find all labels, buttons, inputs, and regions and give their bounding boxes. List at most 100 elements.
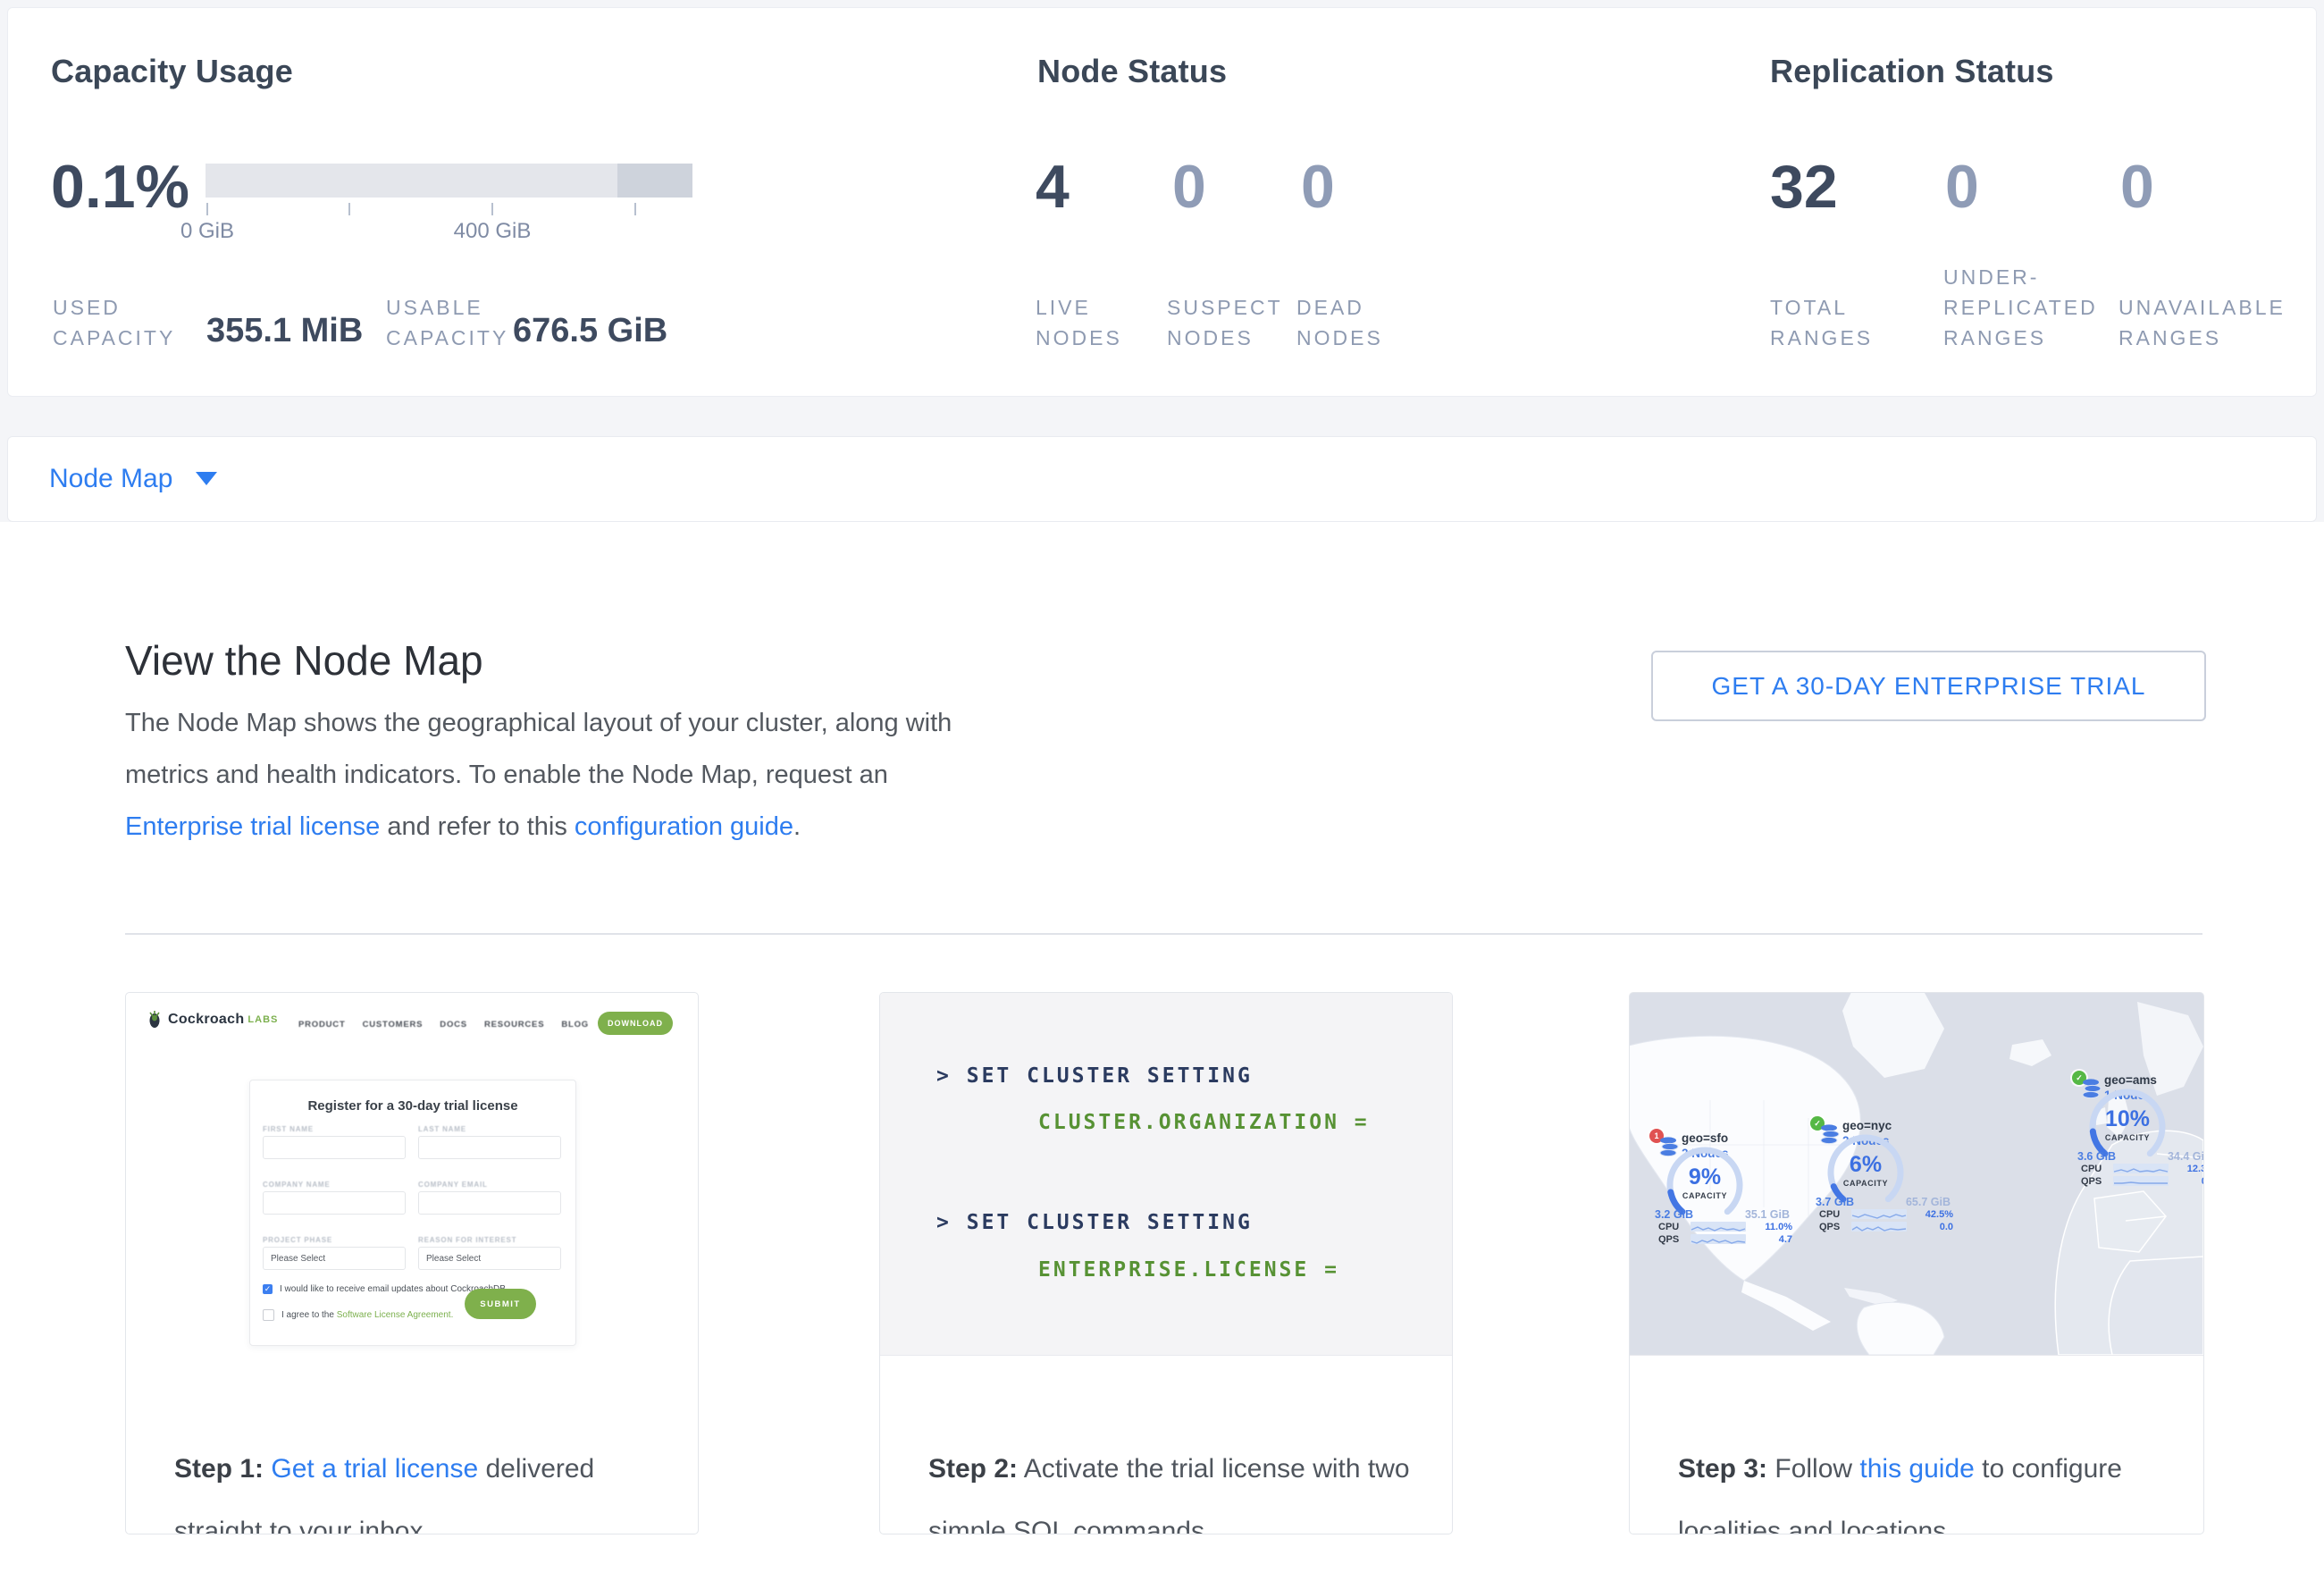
code-line-2: CLUSTER.ORGANIZATION = xyxy=(1038,1111,1370,1134)
qps-sparkline xyxy=(2113,1176,2169,1186)
enterprise-trial-license-link[interactable]: Enterprise trial license xyxy=(125,812,380,841)
license-agree-text: I agree to the Software License Agreemen… xyxy=(281,1310,453,1320)
live-nodes-count: 4 xyxy=(1036,156,1070,217)
get-trial-license-link[interactable]: Get a trial license xyxy=(271,1454,478,1484)
reason-select: Please Select xyxy=(418,1247,561,1270)
minisite-submit-button: SUBMIT xyxy=(465,1289,536,1319)
cpu-row: CPU 42.5% xyxy=(1819,1209,1953,1220)
capacity-label: CAPACITY xyxy=(1664,1191,1746,1200)
minisite-header: Cockroach LABS PRODUCT CUSTOMERS DOCS RE… xyxy=(126,993,698,1047)
axis-tick xyxy=(206,203,208,215)
promo-description-text: . xyxy=(793,812,801,841)
code-line-1: > SET CLUSTER SETTING xyxy=(936,1064,1253,1088)
first-name-field xyxy=(263,1136,406,1159)
step2-card: > SET CLUSTER SETTING CLUSTER.ORGANIZATI… xyxy=(879,992,1453,1534)
capacity-label: CAPACITY xyxy=(2086,1133,2169,1142)
node-map-selector-label: Node Map xyxy=(49,464,172,494)
step2-prefix: Step 2: xyxy=(928,1454,1018,1484)
capacity-usage-title: Capacity Usage xyxy=(51,53,293,90)
caret-down-icon xyxy=(196,472,217,485)
capacity-total: 35.1 GiB xyxy=(1745,1208,1790,1221)
code-prompt: > xyxy=(936,1211,952,1234)
step1-prefix: Step 1: xyxy=(174,1454,264,1484)
this-guide-link[interactable]: this guide xyxy=(1859,1454,1974,1484)
capacity-total: 34.4 GiB xyxy=(2168,1150,2204,1163)
field-label: LAST NAME xyxy=(418,1125,466,1133)
cpu-value: 12.3% xyxy=(2187,1164,2204,1174)
qps-sparkline xyxy=(1691,1234,1746,1244)
cpu-value: 11.0% xyxy=(1765,1222,1792,1232)
qps-row: QPS 0.0 xyxy=(1819,1222,1953,1232)
cpu-label: CPU xyxy=(1819,1209,1840,1220)
under-replicated-label: UNDER-REPLICATED RANGES xyxy=(1943,262,2104,353)
minisite-nav-item: DOCS xyxy=(440,1020,467,1030)
node-status-title: Node Status xyxy=(1037,53,1227,90)
capacity-used: 3.7 GiB xyxy=(1816,1196,1854,1208)
get-enterprise-trial-button[interactable]: GET A 30-DAY ENTERPRISE TRIAL xyxy=(1651,651,2206,721)
locality-name: geo=nyc xyxy=(1842,1119,1892,1132)
under-replicated-count: 0 xyxy=(1945,156,1979,217)
page-title: View the Node Map xyxy=(125,636,483,685)
qps-value: 0.0 xyxy=(2202,1176,2204,1187)
qps-row: QPS 0.0 xyxy=(2081,1176,2204,1187)
cluster-summary-card: Capacity Usage 0.1% 0 GiB 400 GiB USED C… xyxy=(7,7,2317,397)
qps-value: 4.7 xyxy=(1779,1234,1792,1245)
axis-tick xyxy=(348,203,350,215)
locality-name: geo=sfo xyxy=(1682,1131,1728,1145)
code-line-3: > SET CLUSTER SETTING xyxy=(936,1211,1253,1234)
checkbox-checked-icon: ✓ xyxy=(263,1284,273,1294)
capacity-total: 65.7 GiB xyxy=(1906,1196,1951,1208)
company-email-field xyxy=(418,1191,561,1215)
cpu-row: CPU 12.3% xyxy=(2081,1164,2204,1174)
field-label: COMPANY NAME xyxy=(263,1181,331,1189)
capacity-percent: 10% xyxy=(2086,1106,2169,1132)
software-license-link: Software License Agreement. xyxy=(337,1310,454,1320)
unavailable-count: 0 xyxy=(2120,156,2154,217)
cpu-row: CPU 11.0% xyxy=(1658,1222,1792,1232)
last-name-field xyxy=(418,1136,561,1159)
project-phase-select: Please Select xyxy=(263,1247,406,1270)
qps-label: QPS xyxy=(1819,1222,1840,1232)
logo-labs-text: LABS xyxy=(248,1014,278,1025)
cpu-value: 42.5% xyxy=(1925,1209,1953,1220)
cpu-label: CPU xyxy=(2081,1164,2102,1174)
promo-description: The Node Map shows the geographical layo… xyxy=(125,697,974,853)
dead-nodes-label: DEAD NODES xyxy=(1296,292,1404,353)
live-nodes-label: LIVE NODES xyxy=(1036,292,1143,353)
qps-row: QPS 4.7 xyxy=(1658,1234,1792,1245)
total-ranges-count: 32 xyxy=(1770,156,1838,217)
view-selector-bar: Node Map xyxy=(7,436,2317,522)
node-map-promo-section: View the Node Map The Node Map shows the… xyxy=(0,522,2324,1589)
promo-description-text: The Node Map shows the geographical layo… xyxy=(125,709,952,789)
license-agree-checkbox-row: I agree to the Software License Agreemen… xyxy=(263,1309,453,1321)
minisite-nav-item: RESOURCES xyxy=(484,1020,544,1030)
usable-capacity-value: 676.5 GiB xyxy=(513,314,667,348)
axis-tick xyxy=(634,203,636,215)
cpu-sparkline xyxy=(2113,1164,2169,1173)
trial-register-form: Register for a 30-day trial license FIRS… xyxy=(249,1080,576,1346)
logo-text: Cockroach xyxy=(168,1012,244,1028)
field-label: PROJECT PHASE xyxy=(263,1236,332,1244)
suspect-nodes-label: SUSPECT NODES xyxy=(1167,292,1283,353)
capacity-used: 3.6 GiB xyxy=(2077,1150,2116,1163)
axis-tick xyxy=(491,203,493,215)
minisite-nav-item: BLOG xyxy=(561,1020,589,1030)
code-statement: SET CLUSTER SETTING xyxy=(967,1211,1253,1234)
code-line-4: ENTERPRISE.LICENSE = xyxy=(1038,1258,1339,1282)
configuration-guide-link[interactable]: configuration guide xyxy=(575,812,793,841)
total-ranges-label: TOTAL RANGES xyxy=(1770,292,1886,353)
checkbox-empty-icon xyxy=(263,1309,274,1321)
locality-name: geo=ams xyxy=(2104,1073,2157,1087)
replication-status-title: Replication Status xyxy=(1770,53,2054,90)
company-name-field xyxy=(263,1191,406,1215)
step1-caption: Step 1: Get a trial license delivered st… xyxy=(174,1438,661,1534)
register-form-title: Register for a 30-day trial license xyxy=(250,1098,575,1114)
qps-sparkline xyxy=(1851,1222,1907,1232)
qps-value: 0.0 xyxy=(1940,1222,1953,1232)
license-agree-pre: I agree to the xyxy=(281,1310,337,1320)
axis-tick-label-0: 0 GiB xyxy=(180,219,234,244)
node-map-selector[interactable]: Node Map xyxy=(49,437,217,521)
cpu-sparkline xyxy=(1691,1222,1746,1232)
qps-label: QPS xyxy=(1658,1234,1679,1245)
capacity-label: CAPACITY xyxy=(1825,1179,1907,1188)
